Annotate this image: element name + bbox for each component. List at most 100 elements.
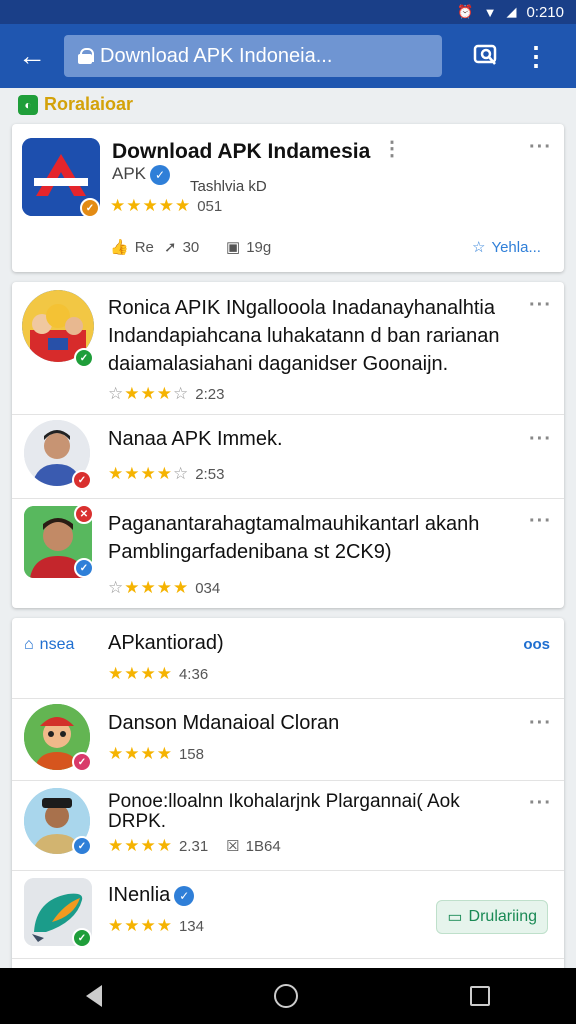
- see-more-link[interactable]: oos: [523, 636, 550, 653]
- developer-name: Tashlvia kD: [190, 178, 267, 195]
- item-menu-button[interactable]: ···: [529, 294, 552, 317]
- url-text: Download APK Indoneia...: [100, 44, 333, 67]
- star-rating-icon: ☆★★★☆: [108, 384, 190, 403]
- item-menu-button[interactable]: ···: [529, 712, 552, 735]
- divider: [12, 698, 564, 699]
- item-title: Nanaa APK Immek.: [108, 428, 283, 450]
- status-time: 0:210: [526, 3, 564, 21]
- app-bar: ← Download APK Indoneia... ⋮: [0, 24, 576, 88]
- share-count: 30: [182, 238, 200, 256]
- verified-badge-icon: ✓: [72, 928, 92, 948]
- alarm-icon: ⏰: [457, 4, 474, 19]
- featured-card[interactable]: ✓ Download APK Indamesia ⋮ ··· APK ✓ Tash…: [12, 124, 564, 272]
- star-rating-icon: ★★★★: [108, 916, 173, 935]
- size-text: 19g: [246, 238, 272, 256]
- rating-row: ★★★★ 158: [108, 744, 204, 764]
- rating-value: 2:53: [195, 465, 225, 483]
- overflow-menu-button[interactable]: ⋮: [516, 24, 556, 88]
- divider: [12, 780, 564, 781]
- item-title: APkantiorad): [108, 632, 224, 654]
- status-badge-icon: ✓: [72, 470, 92, 490]
- title-text: INenlia: [108, 884, 171, 906]
- title-line: Pamblingarfadenibana st 2CK9): [108, 541, 392, 563]
- system-nav-bar: [0, 968, 576, 1024]
- small-menu-icon[interactable]: ⋮: [382, 136, 403, 161]
- share-button[interactable]: ➚ 30: [164, 238, 200, 257]
- search-button[interactable]: [456, 24, 516, 88]
- divider: [12, 958, 564, 959]
- star-rating-icon: ★★★★: [108, 744, 173, 763]
- rating-value: 051: [197, 197, 223, 215]
- item-menu-button[interactable]: ···: [529, 428, 552, 451]
- star-rating-icon: ★★★★: [108, 664, 173, 683]
- rating-value: 134: [178, 917, 204, 935]
- extra-value: 1B64: [245, 837, 281, 855]
- close-box-icon: ☒: [226, 838, 240, 855]
- star-outline-icon: ☆: [472, 239, 486, 256]
- title-line: DRPK.: [108, 811, 167, 832]
- like-count: Re: [134, 238, 154, 256]
- rating-row: ★★★★ 2.31 ☒ 1B64: [108, 836, 281, 856]
- app-subtitle: APK ✓: [112, 164, 171, 185]
- heart-badge-icon: ✓: [72, 752, 92, 772]
- close-badge-icon: ✕: [74, 504, 94, 524]
- category-tag: ⌂ nsea: [24, 636, 74, 654]
- item-title: Danson Mdanaioal Cloran: [108, 712, 340, 734]
- rating-row: ★★★★ 4:36: [108, 664, 208, 684]
- item-title: Ronica APIK INgallooola Inadanayhanalhti…: [108, 294, 499, 378]
- verified-badge-icon: ✓: [74, 348, 94, 368]
- badge-icon: ✓: [80, 198, 100, 218]
- share-icon: ➚: [164, 239, 177, 256]
- rating-row: ★★★★☆ 2:53: [108, 464, 224, 484]
- rating-row: ★★★★ 134: [108, 916, 204, 936]
- title-line: Paganantarahagtamalmauhikantarl akanh: [108, 513, 480, 535]
- results-card-1: ✓ Ronica APIK INgallooola Inadanayhanalh…: [12, 282, 564, 608]
- title-line: Indandapiahcana luhakatann d ban rariana…: [108, 325, 500, 347]
- rating-row: ☆★★★★ 034: [108, 578, 220, 598]
- item-title: Paganantarahagtamalmauhikantarl akanh Pa…: [108, 510, 479, 566]
- subtitle-text: APK: [112, 164, 147, 183]
- category-label: nsea: [39, 636, 75, 653]
- rating-value: 4:36: [178, 665, 209, 683]
- nav-home-icon[interactable]: [274, 984, 298, 1008]
- item-title: INenlia ✓: [108, 884, 195, 907]
- title-line: Ponoe:lloalnn Ikohalarjnk Plargannai( Ao…: [108, 791, 460, 812]
- nav-recents-icon[interactable]: [470, 986, 490, 1006]
- like-button[interactable]: 👍 Re: [110, 238, 154, 257]
- star-rating-icon: ★★★★: [108, 836, 173, 855]
- rating-row: ★★★★★ 051: [110, 196, 222, 216]
- card-menu-button[interactable]: ···: [529, 136, 552, 159]
- save-label: Yehla...: [491, 238, 541, 256]
- section-header: ◐ Roralaioar: [18, 94, 133, 115]
- star-rating-icon: ☆★★★★: [108, 578, 190, 597]
- rating-value: 2:23: [195, 385, 225, 403]
- download-label: Drulariing: [468, 908, 537, 925]
- arrow-left-icon: ←: [18, 40, 46, 71]
- back-button[interactable]: ←: [0, 24, 64, 88]
- title-line: daiamalasiahani daganidser Goonaijn.: [108, 353, 449, 375]
- divider: [12, 414, 564, 415]
- home-icon: ⌂: [24, 636, 34, 653]
- status-bar: ⏰ ▼ ◢ 0:210: [0, 0, 576, 24]
- download-button[interactable]: ▭ Drulariing: [436, 900, 548, 934]
- item-title: Ponoe:lloalnn Ikohalarjnk Plargannai( Ao…: [108, 792, 460, 832]
- divider: [12, 870, 564, 871]
- app-title: Download APK Indamesia: [112, 140, 371, 163]
- star-rating-icon: ★★★★☆: [108, 464, 190, 483]
- rating-row: ☆★★★☆ 2:23: [108, 384, 224, 404]
- save-button[interactable]: ☆ Yehla...: [472, 238, 541, 257]
- item-menu-button[interactable]: ···: [529, 510, 552, 533]
- verified-icon: ✓: [174, 885, 195, 906]
- verified-badge-icon: ✓: [74, 558, 94, 578]
- item-menu-button[interactable]: ···: [529, 792, 552, 815]
- search-icon: [473, 44, 497, 65]
- url-field[interactable]: Download APK Indoneia...: [64, 35, 442, 77]
- thumbs-up-icon: 👍: [110, 239, 129, 256]
- wifi-icon: ▼: [483, 4, 497, 20]
- nav-back-icon[interactable]: [86, 985, 102, 1007]
- download-box-icon: ▭: [447, 909, 463, 926]
- verified-icon: ✓: [150, 164, 171, 185]
- star-rating-icon: ★★★★★: [110, 196, 192, 215]
- size-indicator: ▣ 19g: [226, 238, 272, 257]
- results-card-2: ⌂ nsea APkantiorad) oos ★★★★ 4:36 ✓ Dans…: [12, 618, 564, 970]
